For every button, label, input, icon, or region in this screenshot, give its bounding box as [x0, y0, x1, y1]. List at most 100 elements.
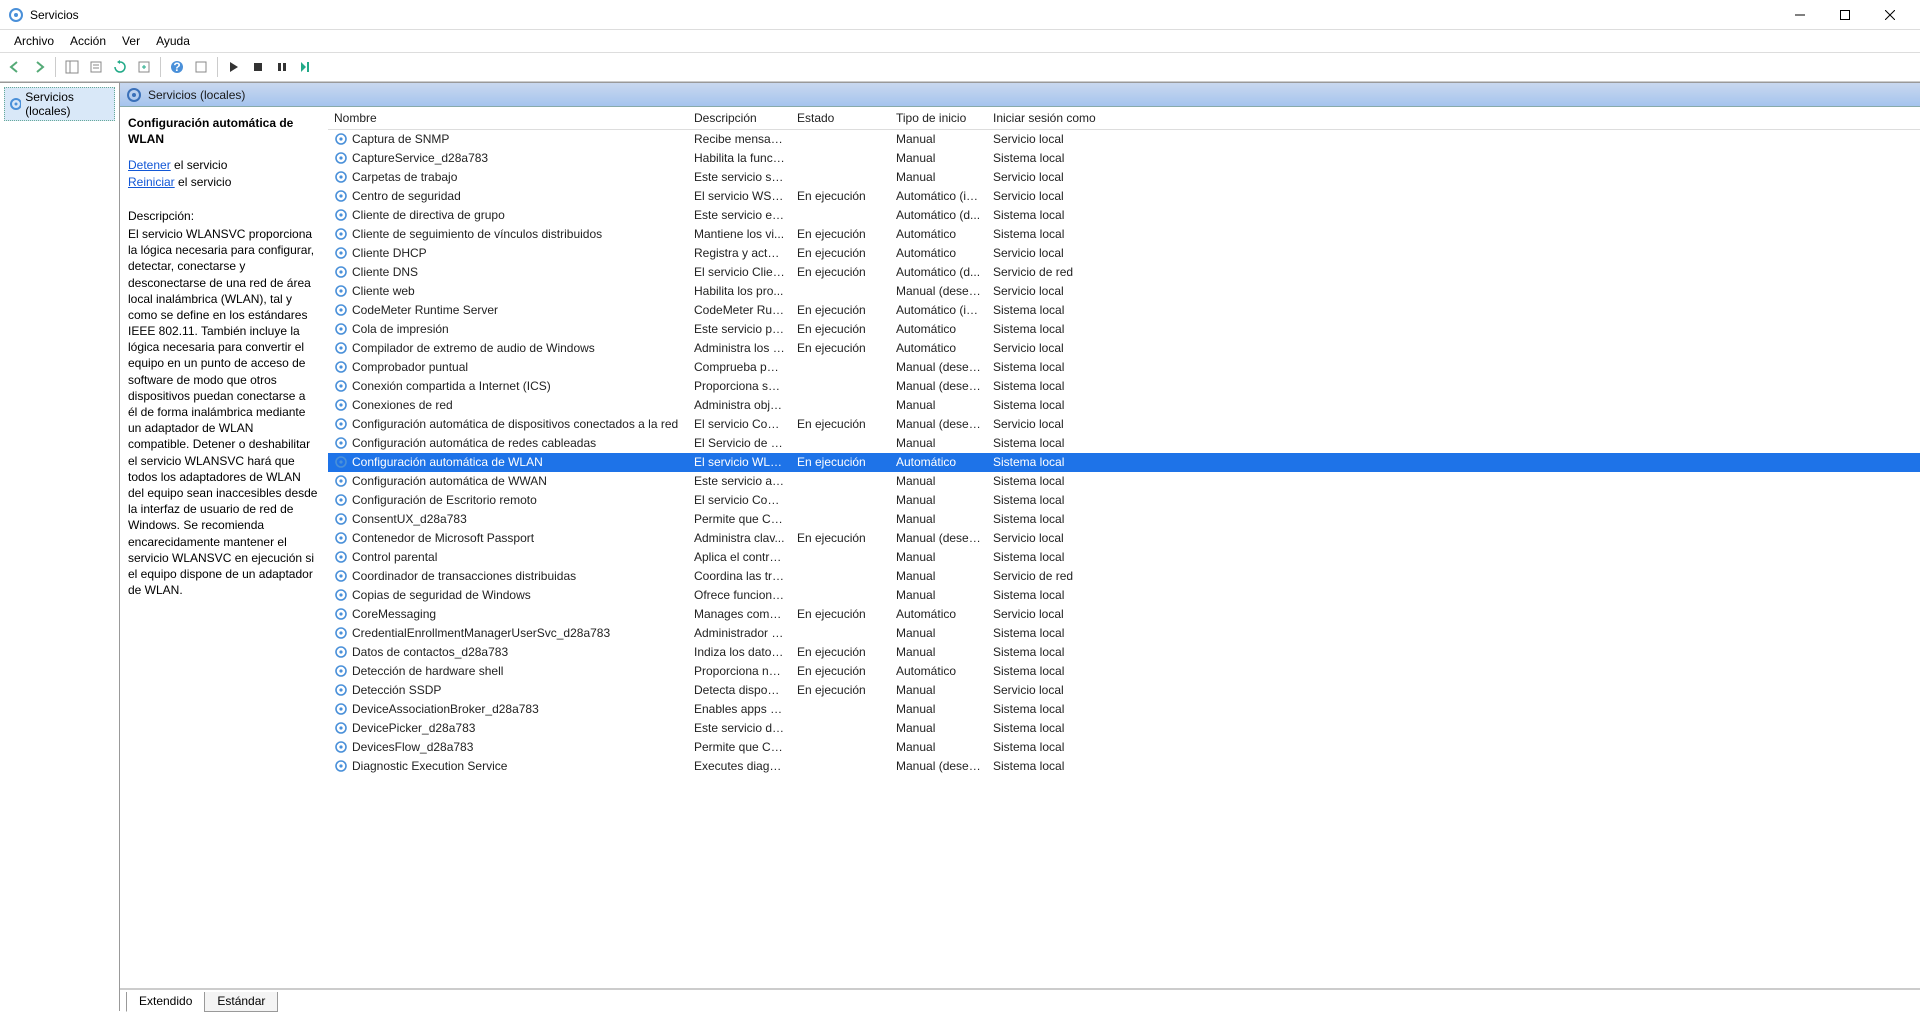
cell-logon: Servicio de red	[987, 263, 1107, 282]
cell-state: En ejecución	[791, 244, 890, 263]
menu-file[interactable]: Archivo	[6, 32, 62, 50]
table-row[interactable]: Configuración de Escritorio remotoEl ser…	[328, 491, 1920, 510]
table-row[interactable]: Datos de contactos_d28a783Indiza los dat…	[328, 643, 1920, 662]
table-row[interactable]: Captura de SNMPRecibe mensaje...ManualSe…	[328, 130, 1920, 149]
table-row[interactable]: Conexión compartida a Internet (ICS)Prop…	[328, 377, 1920, 396]
cell-state	[791, 206, 890, 225]
table-row[interactable]: Copias de seguridad de WindowsOfrece fun…	[328, 586, 1920, 605]
table-row[interactable]: Configuración automática de redes cablea…	[328, 434, 1920, 453]
maximize-button[interactable]	[1822, 1, 1867, 29]
table-row[interactable]: Control parentalAplica el control...Manu…	[328, 548, 1920, 567]
table-row[interactable]: Configuración automática de WLANEl servi…	[328, 453, 1920, 472]
cell-description: El servicio Confi...	[688, 415, 791, 434]
table-row[interactable]: ConsentUX_d28a783Permite que Co...Manual…	[328, 510, 1920, 529]
cell-state	[791, 168, 890, 187]
cell-description: Executes diagno...	[688, 757, 791, 776]
cell-state	[791, 700, 890, 719]
cell-name: Contenedor de Microsoft Passport	[328, 529, 688, 548]
table-row[interactable]: DevicePicker_d28a783Este servicio de ...…	[328, 719, 1920, 738]
cell-description: Este servicio de ...	[688, 719, 791, 738]
cell-name: Cliente DHCP	[328, 244, 688, 263]
cell-logon: Sistema local	[987, 453, 1107, 472]
table-row[interactable]: Cliente DHCPRegistra y actua...En ejecuc…	[328, 244, 1920, 263]
properties-button[interactable]	[85, 56, 107, 78]
table-row[interactable]: Cliente de seguimiento de vínculos distr…	[328, 225, 1920, 244]
table-row[interactable]: CoreMessagingManages comm...En ejecución…	[328, 605, 1920, 624]
cell-start: Manual	[890, 738, 987, 757]
table-row[interactable]: Configuración automática de dispositivos…	[328, 415, 1920, 434]
export-button[interactable]	[133, 56, 155, 78]
table-row[interactable]: Contenedor de Microsoft PassportAdminist…	[328, 529, 1920, 548]
table-row[interactable]: Diagnostic Execution ServiceExecutes dia…	[328, 757, 1920, 776]
col-logon[interactable]: Iniciar sesión como	[987, 107, 1107, 130]
cell-name: Configuración automática de dispositivos…	[328, 415, 688, 434]
table-row[interactable]: Detección SSDPDetecta disposit...En ejec…	[328, 681, 1920, 700]
minimize-button[interactable]	[1777, 1, 1822, 29]
selected-service-title: Configuración automática de WLAN	[128, 115, 318, 147]
table-row[interactable]: Centro de seguridadEl servicio WSCS...En…	[328, 187, 1920, 206]
restart-link[interactable]: Reiniciar	[128, 175, 175, 189]
close-button[interactable]	[1867, 1, 1912, 29]
table-row[interactable]: Cola de impresiónEste servicio po...En e…	[328, 320, 1920, 339]
cell-description: Este servicio ad...	[688, 472, 791, 491]
cell-start: Manual	[890, 643, 987, 662]
menu-help[interactable]: Ayuda	[148, 32, 198, 50]
table-row[interactable]: Configuración automática de WWANEste ser…	[328, 472, 1920, 491]
table-row[interactable]: Detección de hardware shellProporciona n…	[328, 662, 1920, 681]
table-row[interactable]: Conexiones de redAdministra obje...Manua…	[328, 396, 1920, 415]
table-row[interactable]: DeviceAssociationBroker_d28a783Enables a…	[328, 700, 1920, 719]
help-button[interactable]: ?	[166, 56, 188, 78]
tab-extended[interactable]: Extendido	[126, 992, 205, 1012]
tree-root-item[interactable]: Servicios (locales)	[4, 87, 115, 121]
menu-view[interactable]: Ver	[114, 32, 148, 50]
cell-name: Detección de hardware shell	[328, 662, 688, 681]
cell-description: El servicio Confi...	[688, 491, 791, 510]
back-button[interactable]	[4, 56, 26, 78]
cell-description: El servicio WLA...	[688, 453, 791, 472]
cell-name: Configuración automática de WLAN	[328, 453, 688, 472]
col-state[interactable]: Estado	[791, 107, 890, 130]
table-row[interactable]: Comprobador puntualComprueba pos...Manua…	[328, 358, 1920, 377]
table-row[interactable]: DevicesFlow_d28a783Permite que Co...Manu…	[328, 738, 1920, 757]
tab-standard[interactable]: Estándar	[204, 992, 278, 1012]
forward-button[interactable]	[28, 56, 50, 78]
cell-name: Configuración automática de WWAN	[328, 472, 688, 491]
table-row[interactable]: Coordinador de transacciones distribuida…	[328, 567, 1920, 586]
cell-name: Conexión compartida a Internet (ICS)	[328, 377, 688, 396]
cell-state	[791, 586, 890, 605]
cell-logon: Servicio local	[987, 681, 1107, 700]
start-service-button[interactable]	[223, 56, 245, 78]
cell-name: Cola de impresión	[328, 320, 688, 339]
services-grid[interactable]: Nombre Descripción Estado Tipo de inicio…	[328, 107, 1920, 988]
table-row[interactable]: Cliente webHabilita los pro...Manual (de…	[328, 282, 1920, 301]
stop-service-button[interactable]	[247, 56, 269, 78]
pause-service-button[interactable]	[271, 56, 293, 78]
cell-name: Control parental	[328, 548, 688, 567]
col-description[interactable]: Descripción	[688, 107, 791, 130]
cell-description: Ofrece funciona...	[688, 586, 791, 605]
menu-action[interactable]: Acción	[62, 32, 114, 50]
cell-start: Manual	[890, 567, 987, 586]
refresh-button[interactable]	[109, 56, 131, 78]
show-tree-button[interactable]	[61, 56, 83, 78]
cell-state	[791, 396, 890, 415]
table-row[interactable]: Compilador de extremo de audio de Window…	[328, 339, 1920, 358]
restart-service-button[interactable]	[295, 56, 317, 78]
cell-start: Automático	[890, 244, 987, 263]
col-name[interactable]: Nombre	[328, 107, 688, 130]
cell-description: Este servicio sin...	[688, 168, 791, 187]
table-row[interactable]: CaptureService_d28a783Habilita la funci.…	[328, 149, 1920, 168]
table-row[interactable]: Carpetas de trabajoEste servicio sin...M…	[328, 168, 1920, 187]
cell-logon: Sistema local	[987, 358, 1107, 377]
cell-state: En ejecución	[791, 187, 890, 206]
main-area: Servicios (locales) Servicios (locales) …	[0, 82, 1920, 1011]
table-row[interactable]: Cliente de directiva de grupoEste servic…	[328, 206, 1920, 225]
col-start[interactable]: Tipo de inicio	[890, 107, 987, 130]
cell-start: Manual (desen...	[890, 529, 987, 548]
cell-state: En ejecución	[791, 681, 890, 700]
table-row[interactable]: CodeMeter Runtime ServerCodeMeter Run...…	[328, 301, 1920, 320]
table-row[interactable]: Cliente DNSEl servicio Client...En ejecu…	[328, 263, 1920, 282]
table-row[interactable]: CredentialEnrollmentManagerUserSvc_d28a7…	[328, 624, 1920, 643]
help2-button[interactable]	[190, 56, 212, 78]
stop-link[interactable]: Detener	[128, 158, 171, 172]
